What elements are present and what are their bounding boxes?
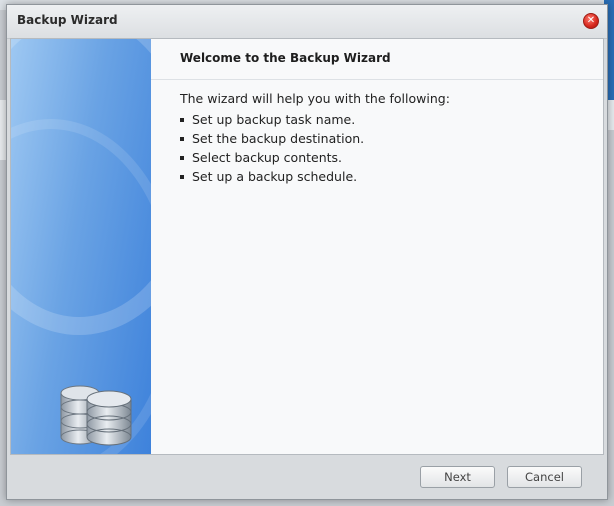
steps-list: Set up backup task name. Set the backup … <box>180 110 364 186</box>
dialog-footer: Next Cancel <box>7 457 607 499</box>
page-title: Welcome to the Backup Wizard <box>180 51 391 65</box>
next-button[interactable]: Next <box>420 466 495 488</box>
list-item: Set up a backup schedule. <box>180 167 364 186</box>
cancel-button[interactable]: Cancel <box>507 466 582 488</box>
dialog-body: Welcome to the Backup Wizard The wizard … <box>10 38 604 455</box>
dialog-title: Backup Wizard <box>17 13 118 27</box>
list-item: Select backup contents. <box>180 148 364 167</box>
intro-text: The wizard will help you with the follow… <box>180 91 450 106</box>
wizard-content: Welcome to the Backup Wizard The wizard … <box>151 39 603 454</box>
backup-wizard-dialog: Backup Wizard ✕ Welcome to the Backup Wi… <box>6 4 608 500</box>
list-item: Set the backup destination. <box>180 129 364 148</box>
close-icon[interactable]: ✕ <box>583 13 599 29</box>
dialog-titlebar[interactable]: Backup Wizard ✕ <box>7 5 607 39</box>
divider <box>151 79 603 80</box>
list-item: Set up backup task name. <box>180 110 364 129</box>
wizard-side-banner <box>11 39 151 454</box>
database-stack-icon <box>60 385 132 446</box>
